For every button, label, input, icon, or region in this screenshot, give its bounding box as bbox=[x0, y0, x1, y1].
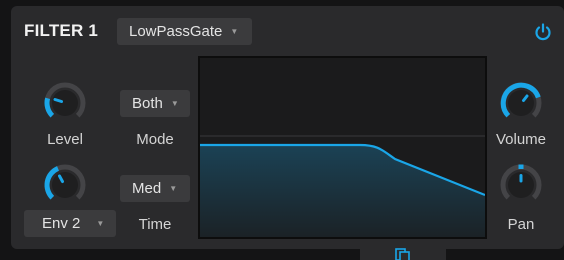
chevron-down-icon: ▼ bbox=[96, 219, 105, 228]
filter-type-value: LowPassGate bbox=[129, 23, 223, 40]
env-source-dropdown[interactable]: Env 2 ▼ bbox=[24, 210, 116, 237]
env-source-value: Env 2 bbox=[42, 215, 81, 232]
level-label: Level bbox=[47, 131, 83, 148]
copy-icon[interactable] bbox=[395, 248, 411, 260]
chevron-down-icon: ▼ bbox=[169, 184, 178, 193]
volume-knob[interactable] bbox=[494, 76, 548, 130]
time-value: Med bbox=[132, 180, 162, 197]
chevron-down-icon: ▼ bbox=[230, 27, 239, 36]
mode-value: Both bbox=[132, 95, 163, 112]
pan-label: Pan bbox=[507, 216, 535, 233]
filter-curve bbox=[200, 135, 485, 237]
filter-type-dropdown[interactable]: LowPassGate ▼ bbox=[117, 18, 252, 45]
env-amount-knob[interactable] bbox=[38, 158, 92, 212]
filter-response-display bbox=[198, 56, 487, 239]
chevron-down-icon: ▼ bbox=[170, 99, 179, 108]
level-knob[interactable] bbox=[38, 76, 92, 130]
mode-dropdown[interactable]: Both ▼ bbox=[120, 90, 190, 117]
time-dropdown[interactable]: Med ▼ bbox=[120, 175, 190, 202]
curve-fill bbox=[200, 145, 485, 237]
mode-label: Mode bbox=[136, 131, 174, 148]
volume-label: Volume bbox=[495, 131, 547, 148]
module-title: FILTER 1 bbox=[24, 21, 99, 40]
time-label: Time bbox=[138, 216, 172, 233]
pan-knob[interactable] bbox=[494, 158, 548, 212]
power-icon[interactable] bbox=[533, 22, 553, 42]
